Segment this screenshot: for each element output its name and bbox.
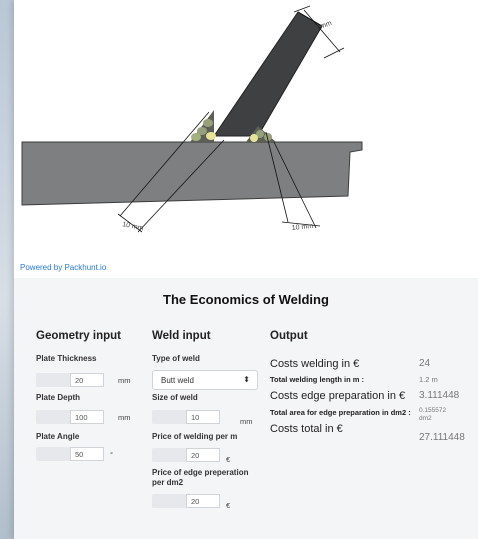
panel-title: The Economics of Welding [163,292,329,307]
weld-heading: Weld input [152,330,211,342]
weld-size-input[interactable] [186,410,220,424]
price-weld-field: € [152,447,231,464]
costs-welding-label: Costs welding in € [270,358,360,370]
weld-type-select[interactable]: Butt weld ⬍ [152,370,258,390]
costs-total-label: Costs total in € [270,423,343,435]
dim-label-right: 10 mm [291,223,313,232]
weld-bead-left [190,110,216,142]
weld-size-label: Size of weld [152,393,198,402]
costs-edge-value: 3.111448 [419,390,460,401]
edge-area-value: 0.155572 dm2 [419,407,447,422]
price-edge-field: € [152,493,231,510]
weld-type-label: Type of weld [152,354,200,363]
price-edge-input[interactable] [186,494,220,508]
price-edge-unit: € [226,500,231,510]
base-plate [21,141,363,206]
dim-label-left: 10 mm [122,221,145,232]
app-frame: 20 mm 10 mm 10 mm Powered by Packhunt.io… [14,0,478,539]
price-edge-label: Price of edge preperation per dm2 [152,468,249,487]
plate-depth-field: mm [36,409,131,425]
weld-size-unit: mm [240,416,253,426]
plate-depth-unit: mm [118,412,131,422]
weld-drawing: 20 mm 10 mm 10 mm [21,5,363,232]
input-prefix [152,494,186,508]
plate-depth-label: Plate Depth [36,393,81,402]
select-caret-icon: ⬍ [243,375,250,384]
plate-angle-label: Plate Angle [36,432,80,441]
costs-edge-label: Costs edge preparation in € [270,390,406,402]
price-weld-unit: € [226,454,231,464]
plate-angle-unit: ° [110,449,113,459]
plate-angle-input[interactable] [70,447,104,461]
welding-length-value: 1.2 m [419,375,438,384]
input-prefix [152,410,186,424]
powered-by-link[interactable]: Powered by Packhunt.io [20,263,106,272]
geometry-heading: Geometry input [36,330,121,342]
plate-thickness-label: Plate Thickness [36,354,97,363]
plate-thickness-unit: mm [118,375,131,385]
costs-total-value: 27.111448 [419,432,465,443]
costs-welding-value: 24 [419,358,431,369]
weld-size-field: mm [152,409,253,426]
price-weld-label: Price of welding per m [152,432,238,441]
edge-area-label: Total area for edge preparation in dm2 : [270,408,411,417]
input-prefix [152,448,186,462]
plate-thickness-input[interactable] [70,373,104,387]
angled-plate [213,11,323,137]
weld-type-value: Butt weld [161,376,194,385]
input-prefix [36,410,70,424]
price-weld-input[interactable] [186,448,220,462]
plate-depth-input[interactable] [70,410,104,424]
welding-length-label: Total welding length in m : [270,375,365,384]
plate-thickness-field: mm [36,372,131,388]
input-prefix [36,447,70,461]
output-heading: Output [270,330,308,342]
plate-angle-field: ° [36,446,113,462]
calculator-panel: The Economics of Welding Geometry input … [14,278,478,539]
input-prefix [36,373,70,387]
